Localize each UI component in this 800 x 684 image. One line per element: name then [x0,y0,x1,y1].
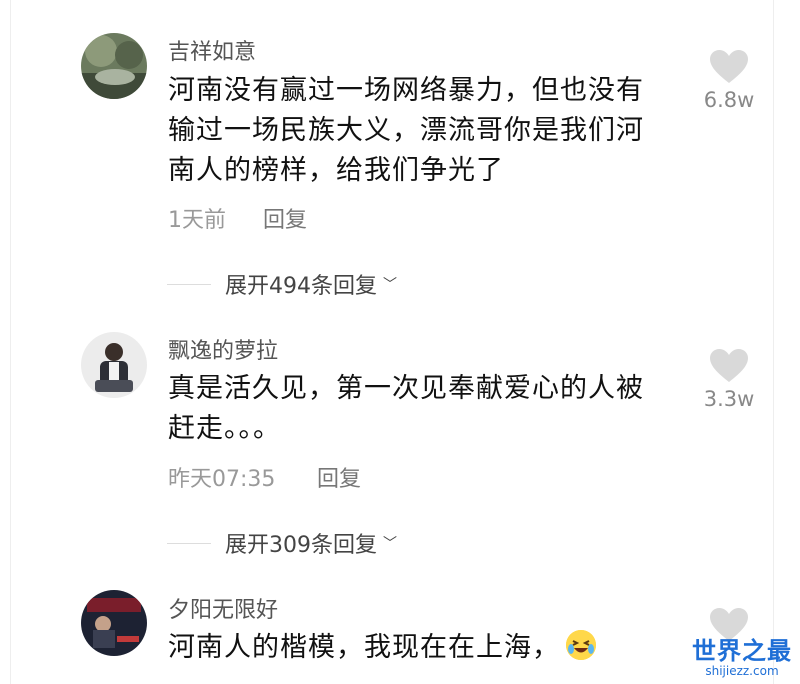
laughing-crying-emoji-icon [566,630,596,660]
avatar[interactable] [81,332,147,398]
comment-text: 真是活久见，第一次见奉献爱心的人被 赶走。。。 [168,369,644,449]
divider [167,283,211,285]
expand-replies-label: 展开494条回复 [225,274,377,299]
comment-line: 河南人的楷模，我现在在上海， [168,632,560,663]
watermark-subtitle: shijiezz.com [705,664,779,678]
heart-icon [710,349,748,382]
like-count: 6.8w [703,88,755,112]
avatar[interactable] [81,33,147,99]
chevron-down-icon: ﹀ [383,536,397,552]
chevron-down-icon: ﹀ [383,277,397,293]
reply-button[interactable]: 回复 [263,202,307,234]
comment-text: 河南人的楷模，我现在在上海， [168,628,596,668]
expand-replies-button[interactable]: 展开309条回复 ﹀ [167,527,397,559]
comment-line: 南人的榜样，给我们争光了 [168,155,504,186]
heart-icon [710,50,748,83]
like-button[interactable]: 3.3w [699,349,759,411]
username[interactable]: 飘逸的萝拉 [168,333,278,365]
comment-line: 输过一场民族大义，漂流哥你是我们河 [168,115,644,146]
like-count: 3.3w [703,387,755,411]
timestamp: 昨天07:35 [168,467,276,492]
expand-replies-button[interactable]: 展开494条回复 ﹀ [167,268,397,300]
timestamp: 1天前 [168,208,226,233]
watermark-logo: 世界之最 shijiezz.com [692,631,792,678]
comment-line: 赶走。。。 [168,413,281,444]
comment-line: 河南没有赢过一场网络暴力，但也没有 [168,75,644,106]
divider [167,542,211,544]
username[interactable]: 吉祥如意 [168,34,256,66]
watermark-title: 世界之最 [692,637,792,665]
comment-line: 真是活久见，第一次见奉献爱心的人被 [168,373,644,404]
reply-button[interactable]: 回复 [317,461,361,493]
expand-replies-label: 展开309条回复 [225,533,377,558]
like-button[interactable]: 6.8w [699,50,759,112]
avatar[interactable] [81,590,147,656]
comment-text: 河南没有赢过一场网络暴力，但也没有 输过一场民族大义，漂流哥你是我们河 南人的榜… [168,71,644,191]
comment-list: 吉祥如意 河南没有赢过一场网络暴力，但也没有 输过一场民族大义，漂流哥你是我们河… [10,0,774,684]
username[interactable]: 夕阳无限好 [168,592,278,624]
